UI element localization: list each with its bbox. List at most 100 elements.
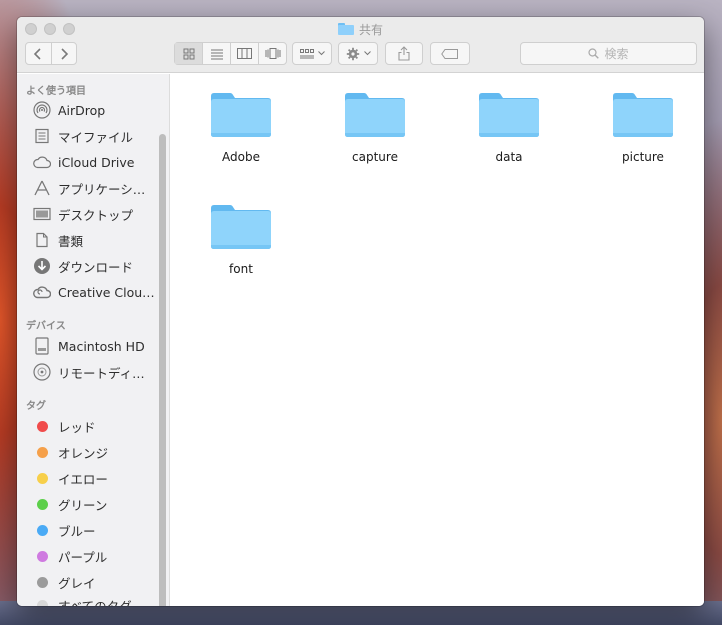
remote-disc-icon	[33, 363, 51, 381]
sidebar-item-label: すべてのタグ…	[58, 598, 145, 607]
sidebar-tag-all-tags[interactable]: すべてのタグ…	[33, 594, 158, 606]
sidebar-item-creative-cloud[interactable]: Creative Clou…	[33, 281, 158, 303]
gear-icon	[346, 47, 359, 60]
all-tags-icon	[37, 599, 48, 606]
icon-view-button[interactable]	[175, 43, 203, 64]
chevron-down-icon	[317, 51, 325, 56]
sidebar-item-desktop[interactable]: デスクトップ	[33, 203, 158, 225]
forward-button[interactable]	[52, 43, 77, 64]
sidebar-item-label: アプリケーシ…	[58, 181, 146, 197]
sidebar-item-documents[interactable]: 書類	[33, 229, 158, 251]
list-view-icon	[210, 49, 223, 59]
folder-label: picture	[622, 150, 664, 164]
sidebar-tag-blue[interactable]: ブルー	[33, 519, 158, 541]
sidebar-tag-green[interactable]: グリーン	[33, 493, 158, 515]
share-icon	[398, 46, 410, 61]
titlebar: 共有 検索	[17, 17, 704, 73]
sidebar-item-label: グレイ	[58, 575, 96, 591]
search-field[interactable]: 検索	[520, 42, 697, 65]
share-button[interactable]	[385, 42, 423, 65]
action-button[interactable]	[338, 42, 378, 65]
folder-icon	[337, 23, 354, 35]
sidebar-item-label: オレンジ	[58, 445, 109, 461]
coverflow-view-button[interactable]	[259, 43, 286, 64]
airdrop-icon	[33, 101, 51, 119]
column-view-button[interactable]	[231, 43, 259, 64]
sidebar-item-macintosh-hd[interactable]: Macintosh HD	[33, 335, 158, 357]
folder-icon	[211, 205, 271, 249]
arrange-icon	[299, 48, 314, 58]
creative-cloud-icon	[33, 283, 51, 301]
window-title: 共有	[17, 21, 704, 37]
sidebar-scrollbar[interactable]	[159, 134, 166, 606]
sidebar-tag-orange[interactable]: オレンジ	[33, 441, 158, 463]
window-title-text: 共有	[358, 22, 383, 37]
chevron-left-icon	[34, 47, 41, 60]
sidebar-item-applications[interactable]: アプリケーシ…	[33, 177, 158, 199]
folder-label: Adobe	[222, 150, 260, 164]
nav-buttons	[25, 42, 77, 65]
chevron-down-icon	[363, 51, 371, 56]
sidebar-item-icloud-drive[interactable]: iCloud Drive	[33, 151, 158, 173]
sidebar: よく使う項目 AirDrop マイファイル iCloud Drive アプリケー…	[17, 74, 170, 606]
folder-icon	[211, 93, 271, 137]
sidebar-item-remote-disc[interactable]: リモートディ…	[33, 361, 158, 383]
sidebar-item-label: イエロー	[58, 471, 108, 487]
tag-blue-icon	[37, 524, 48, 536]
folder-label: font	[229, 262, 253, 276]
tag-button[interactable]	[430, 42, 470, 65]
sidebar-tag-gray[interactable]: グレイ	[33, 571, 158, 593]
column-view-icon	[237, 48, 252, 59]
folder-item[interactable]: Adobe	[191, 88, 291, 164]
sidebar-item-label: パープル	[58, 549, 108, 565]
folder-item[interactable]: picture	[593, 88, 693, 164]
sidebar-item-airdrop[interactable]: AirDrop	[33, 99, 158, 121]
sidebar-tag-purple[interactable]: パープル	[33, 545, 158, 567]
sidebar-tag-yellow[interactable]: イエロー	[33, 467, 158, 489]
sidebar-item-label: レッド	[58, 419, 96, 435]
tag-icon	[441, 48, 458, 59]
sidebar-item-all-my-files[interactable]: マイファイル	[33, 125, 158, 147]
list-view-button[interactable]	[203, 43, 231, 64]
tag-orange-icon	[37, 446, 48, 458]
folder-icon	[613, 93, 673, 137]
desktop-icon	[33, 205, 51, 223]
folder-icon	[479, 93, 539, 137]
all-my-files-icon	[33, 127, 51, 145]
sidebar-item-label: Macintosh HD	[58, 338, 145, 354]
downloads-icon	[33, 257, 51, 275]
tag-red-icon	[37, 420, 48, 432]
folder-item[interactable]: capture	[325, 88, 425, 164]
tag-purple-icon	[37, 550, 48, 562]
sidebar-favorites-header: よく使う項目	[26, 86, 86, 97]
cloud-icon	[33, 153, 51, 171]
sidebar-item-label: リモートディ…	[58, 365, 145, 381]
folder-label: data	[495, 150, 523, 164]
coverflow-view-icon	[265, 48, 280, 59]
back-button[interactable]	[26, 43, 52, 64]
folder-item[interactable]: data	[459, 88, 559, 164]
folder-item[interactable]: font	[191, 200, 291, 276]
tag-yellow-icon	[37, 472, 48, 484]
hard-drive-icon	[33, 337, 51, 355]
sidebar-tag-red[interactable]: レッド	[33, 415, 158, 437]
sidebar-item-label: Creative Clou…	[58, 284, 155, 300]
view-mode-control	[174, 42, 287, 65]
file-browser: Adobe capture data picture font	[171, 74, 704, 606]
sidebar-item-label: AirDrop	[58, 102, 106, 118]
search-icon	[588, 48, 600, 59]
sidebar-item-label: マイファイル	[58, 129, 134, 145]
search-placeholder: 検索	[604, 47, 629, 61]
chevron-right-icon	[61, 47, 68, 60]
sidebar-item-label: ダウンロード	[58, 259, 134, 275]
sidebar-item-downloads[interactable]: ダウンロード	[33, 255, 158, 277]
sidebar-tags-header: タグ	[26, 401, 46, 412]
arrange-button[interactable]	[292, 42, 332, 65]
tag-gray-icon	[37, 576, 48, 588]
sidebar-item-label: グリーン	[58, 497, 108, 513]
icon-view-icon	[183, 48, 194, 59]
documents-icon	[33, 231, 51, 249]
folder-icon	[345, 93, 405, 137]
sidebar-item-label: ブルー	[58, 523, 96, 539]
sidebar-item-label: 書類	[58, 233, 84, 249]
